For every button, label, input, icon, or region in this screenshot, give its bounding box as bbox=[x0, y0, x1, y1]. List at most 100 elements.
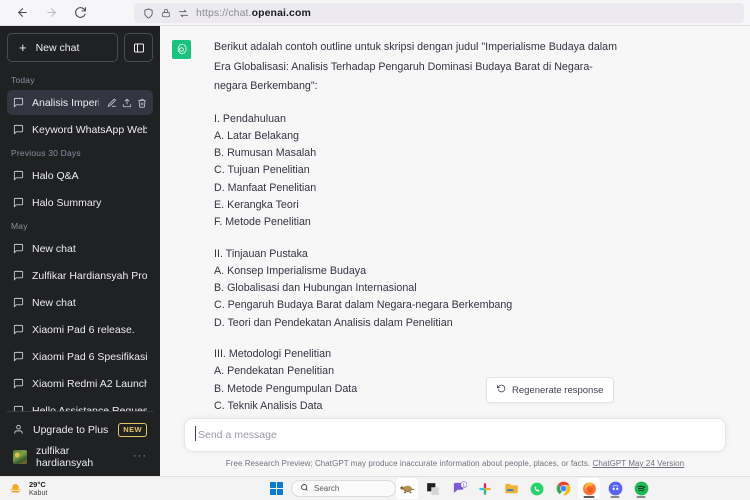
url-prefix: https://chat. bbox=[196, 7, 252, 19]
intro-paragraph: Berikut adalah contoh outline untuk skri… bbox=[214, 41, 618, 92]
user-account-row[interactable]: zulfikar hardiansyah ··· bbox=[7, 443, 153, 470]
person-icon bbox=[13, 424, 24, 435]
file-explorer-legacy-icon[interactable] bbox=[422, 478, 444, 499]
chat-bubble-icon bbox=[13, 297, 24, 308]
search-icon bbox=[300, 483, 309, 494]
section-label-may: May bbox=[11, 221, 28, 231]
share-upload-icon[interactable] bbox=[122, 98, 132, 108]
conversation-item-new-chat-2[interactable]: New chat bbox=[7, 290, 153, 315]
whatsapp-icon[interactable] bbox=[526, 478, 548, 499]
spotify-icon[interactable] bbox=[630, 478, 652, 499]
screen: https://chat.openai.com + New chat Today… bbox=[0, 0, 750, 500]
address-bar[interactable]: https://chat.openai.com bbox=[134, 3, 744, 23]
plus-icon: + bbox=[19, 40, 27, 55]
firefox-icon[interactable] bbox=[578, 478, 600, 499]
new-chat-label: New chat bbox=[35, 41, 80, 54]
chrome-icon[interactable] bbox=[552, 478, 574, 499]
edit-pencil-icon[interactable] bbox=[107, 98, 117, 108]
conversation-item-halo-qa[interactable]: Halo Q&A bbox=[7, 163, 153, 188]
file-explorer-icon[interactable] bbox=[500, 478, 522, 499]
refresh-icon bbox=[496, 384, 506, 396]
back-arrow-icon[interactable] bbox=[14, 5, 30, 21]
disclaimer-text: Free Research Preview: ChatGPT may produ… bbox=[225, 459, 593, 468]
regenerate-response-button[interactable]: Regenerate response bbox=[486, 377, 615, 403]
conversation-title: New chat bbox=[32, 242, 76, 255]
trash-icon[interactable] bbox=[137, 98, 147, 108]
assistant-message-body: Berikut adalah contoh outline untuk skri… bbox=[191, 38, 642, 476]
weather-widget[interactable]: 29°C Kabut bbox=[0, 480, 47, 498]
outline-line: A. Latar Belakang bbox=[214, 129, 299, 142]
conversation-item-analisis-imperialisme[interactable]: Analisis Imperialisme bbox=[7, 90, 153, 115]
search-placeholder: Search bbox=[314, 484, 340, 493]
discord-icon[interactable] bbox=[604, 478, 626, 499]
navigation-buttons bbox=[0, 5, 88, 21]
conversation-title: New chat bbox=[32, 296, 76, 309]
chat-sidebar: + New chat Today Analisis Imperialisme bbox=[0, 26, 160, 476]
forward-arrow-icon[interactable] bbox=[43, 5, 59, 21]
taskbar-search-input[interactable]: Search bbox=[291, 480, 396, 497]
chatgpt-logo-icon bbox=[172, 40, 191, 59]
conversation-item-hello-assistance-requested[interactable]: Hello Assistance Requested bbox=[7, 398, 153, 411]
section-label-today: Today bbox=[11, 75, 35, 85]
user-menu-dots-icon[interactable]: ··· bbox=[133, 451, 147, 462]
outline-line: B. Rumusan Masalah bbox=[214, 147, 317, 160]
conversation-item-new-chat-1[interactable]: New chat bbox=[7, 236, 153, 261]
conversation-item-keyword-whatsapp[interactable]: Keyword WhatsApp Web Eror. bbox=[7, 117, 153, 142]
conversation-title: Xiaomi Redmi A2 Launch. bbox=[32, 377, 147, 390]
upgrade-label: Upgrade to Plus bbox=[33, 423, 109, 436]
regenerate-response-wrapper: Regenerate response bbox=[486, 377, 615, 403]
regenerate-label: Regenerate response bbox=[512, 384, 604, 396]
outline-line: B. Globalisasi dan Hubungan Internasiona… bbox=[214, 282, 417, 295]
version-link[interactable]: ChatGPT May 24 Version bbox=[593, 459, 685, 468]
sidebar-footer: Upgrade to Plus NEW zulfikar hardiansyah… bbox=[7, 411, 153, 476]
conversation-item-zulfikar-profile[interactable]: Zulfikar Hardiansyah Profile. bbox=[7, 263, 153, 288]
conversation-item-xiaomi-pad-6-spesifikasi[interactable]: Xiaomi Pad 6 Spesifikasi. bbox=[7, 344, 153, 369]
conversation-title: Keyword WhatsApp Web Eror. bbox=[32, 123, 147, 136]
assistant-message: Berikut adalah contoh outline untuk skri… bbox=[160, 26, 750, 476]
chat-bubble-icon bbox=[13, 378, 24, 389]
sidebar-collapse-icon[interactable] bbox=[124, 33, 153, 62]
outline-line: C. Pengaruh Budaya Barat dalam Negara-ne… bbox=[214, 299, 513, 312]
chat-bubble-icon bbox=[13, 97, 24, 108]
upgrade-to-plus-button[interactable]: Upgrade to Plus NEW bbox=[7, 416, 153, 443]
conversation-list[interactable]: Today Analisis Imperialisme Keyword What… bbox=[7, 71, 153, 411]
weather-texts: 29°C Kabut bbox=[29, 480, 47, 498]
url-domain: openai.com bbox=[251, 7, 311, 19]
conversation-title: Analisis Imperialisme bbox=[32, 96, 99, 109]
messaging-app-icon[interactable]: 1 bbox=[448, 478, 470, 499]
conversation-title: Hello Assistance Requested bbox=[32, 404, 147, 412]
new-chat-button[interactable]: + New chat bbox=[7, 33, 118, 62]
composer-placeholder-text: Send a message bbox=[198, 429, 277, 441]
disclaimer: Free Research Preview: ChatGPT may produ… bbox=[184, 459, 726, 468]
message-composer[interactable]: Send a message bbox=[184, 418, 726, 452]
outline-line: I. Pendahuluan bbox=[214, 112, 286, 125]
sidebar-top-row: + New chat bbox=[7, 33, 153, 62]
chat-bubble-icon bbox=[13, 270, 24, 281]
turtle-app-icon[interactable] bbox=[396, 478, 418, 499]
lock-icon[interactable] bbox=[161, 8, 171, 18]
windows-taskbar: 29°C Kabut Search 1 bbox=[0, 476, 750, 500]
reader-view-icon[interactable] bbox=[178, 8, 189, 19]
outline-line: D. Teori dan Pendekatan Analisis dalam P… bbox=[214, 316, 453, 329]
conversation-item-xiaomi-pad-6-release[interactable]: Xiaomi Pad 6 release. bbox=[7, 317, 153, 342]
sun-fog-icon bbox=[8, 481, 23, 496]
conversation-item-halo-summary[interactable]: Halo Summary bbox=[7, 190, 153, 215]
outline-line: E. Kerangka Teori bbox=[214, 198, 299, 211]
conversation-title: Xiaomi Pad 6 release. bbox=[32, 323, 135, 336]
message-input[interactable]: Send a message bbox=[195, 426, 277, 441]
outline-line: II. Tinjauan Pustaka bbox=[214, 247, 308, 260]
slack-icon[interactable] bbox=[474, 478, 496, 499]
shield-icon[interactable] bbox=[143, 7, 154, 19]
outline-line: D. Manfaat Penelitian bbox=[214, 181, 317, 194]
conversation-item-xiaomi-redmi-a2-launch[interactable]: Xiaomi Redmi A2 Launch. bbox=[7, 371, 153, 396]
conversation-title: Xiaomi Pad 6 Spesifikasi. bbox=[32, 350, 147, 363]
running-indicator bbox=[610, 496, 620, 498]
running-indicator bbox=[583, 496, 595, 498]
chat-bubble-icon bbox=[13, 243, 24, 254]
windows-start-icon[interactable] bbox=[268, 480, 285, 497]
reload-icon[interactable] bbox=[72, 5, 88, 21]
section-label-previous-30-days: Previous 30 Days bbox=[11, 148, 81, 158]
